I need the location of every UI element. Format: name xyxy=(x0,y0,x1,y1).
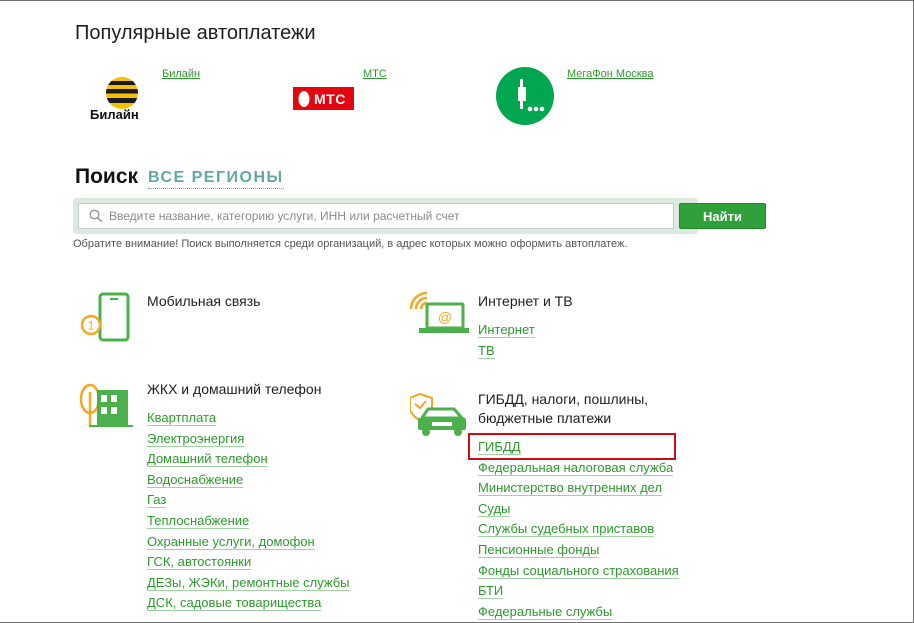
search-input[interactable] xyxy=(78,203,674,229)
search-note: Обратите внимание! Поиск выполняется сре… xyxy=(73,238,628,250)
search-box: Найти xyxy=(73,198,766,234)
gibdd-taxes-links: ГИБДД Федеральная налоговая служба Минис… xyxy=(478,437,679,622)
search-icon xyxy=(89,209,103,223)
link-dez-zhek[interactable]: ДЕЗы, ЖЭКи, ремонтные службы xyxy=(147,574,350,591)
mts-logo-icon: МТС xyxy=(293,87,354,110)
link-courts[interactable]: Суды xyxy=(478,500,511,517)
internet-tv-links: Интернет ТВ xyxy=(478,320,535,361)
svg-text:@: @ xyxy=(438,309,452,325)
category-title-internet-tv[interactable]: Интернет и ТВ xyxy=(478,292,573,311)
category-title-gibdd-line1: ГИБДД, налоги, пошлины, xyxy=(478,391,649,407)
laptop-wifi-icon: @ xyxy=(409,291,469,333)
link-federal-services[interactable]: Федеральные службы xyxy=(478,603,613,620)
link-heating[interactable]: Теплоснабжение xyxy=(147,512,250,529)
link-garage-parking[interactable]: ГСК, автостоянки xyxy=(147,554,252,571)
link-electricity[interactable]: Электроэнергия xyxy=(147,430,245,447)
mts-egg-icon xyxy=(298,91,310,107)
link-gas[interactable]: Газ xyxy=(147,492,167,509)
find-button[interactable]: Найти xyxy=(679,203,766,229)
link-bti[interactable]: БТИ xyxy=(478,583,504,600)
mobile-phone-icon: 1 xyxy=(80,292,130,342)
beeline-logo-icon xyxy=(106,77,138,109)
search-title: Поиск xyxy=(75,165,139,188)
popular-item-mts[interactable]: МТС МТС xyxy=(292,62,432,132)
category-title-mobile[interactable]: Мобильная связь xyxy=(147,292,260,311)
popular-item-megafon[interactable]: МегаФон Москва xyxy=(496,62,696,132)
link-bailiffs[interactable]: Службы судебных приставов xyxy=(478,521,655,538)
link-kvartplata[interactable]: Квартплата xyxy=(147,410,217,426)
link-tax-service[interactable]: Федеральная налоговая служба xyxy=(478,459,674,476)
link-social-insurance[interactable]: Фонды социального страхования xyxy=(478,562,679,579)
all-regions-link[interactable]: ВСЕ РЕГИОНЫ xyxy=(148,169,284,189)
svg-text:1: 1 xyxy=(88,319,95,333)
link-dsk-gardening[interactable]: ДСК, садовые товарищества xyxy=(147,595,322,612)
link-home-phone[interactable]: Домашний телефон xyxy=(147,451,268,468)
megafon-link[interactable]: МегаФон Москва xyxy=(567,68,653,80)
link-tv[interactable]: ТВ xyxy=(478,342,495,359)
link-security-intercom[interactable]: Охранные услуги, домофон xyxy=(147,533,315,550)
gibdd-highlight-frame xyxy=(468,433,676,460)
category-title-housing[interactable]: ЖКХ и домашний телефон xyxy=(147,380,321,399)
car-emblem-icon xyxy=(410,392,466,436)
house-tree-icon xyxy=(79,383,133,427)
mts-link[interactable]: МТС xyxy=(363,68,387,80)
popular-title: Популярные автоплатежи xyxy=(75,22,316,44)
link-pension-funds[interactable]: Пенсионные фонды xyxy=(478,541,600,558)
mts-logo-text: МТС xyxy=(314,91,346,107)
beeline-logo-text: Билайн xyxy=(90,107,139,122)
housing-links: Квартплата Электроэнергия Домашний телеф… xyxy=(147,408,350,614)
beeline-link[interactable]: Билайн xyxy=(162,68,200,80)
category-title-gibdd-line2: бюджетные платежи xyxy=(478,410,612,426)
megafon-logo-icon xyxy=(496,67,554,125)
link-interior-ministry[interactable]: Министерство внутренних дел xyxy=(478,480,663,497)
popular-item-beeline[interactable]: Билайн Билайн xyxy=(75,62,215,132)
link-internet[interactable]: Интернет xyxy=(478,322,535,338)
category-title-gibdd-taxes[interactable]: ГИБДД, налоги, пошлины, бюджетные платеж… xyxy=(478,390,648,428)
link-water[interactable]: Водоснабжение xyxy=(147,471,244,488)
